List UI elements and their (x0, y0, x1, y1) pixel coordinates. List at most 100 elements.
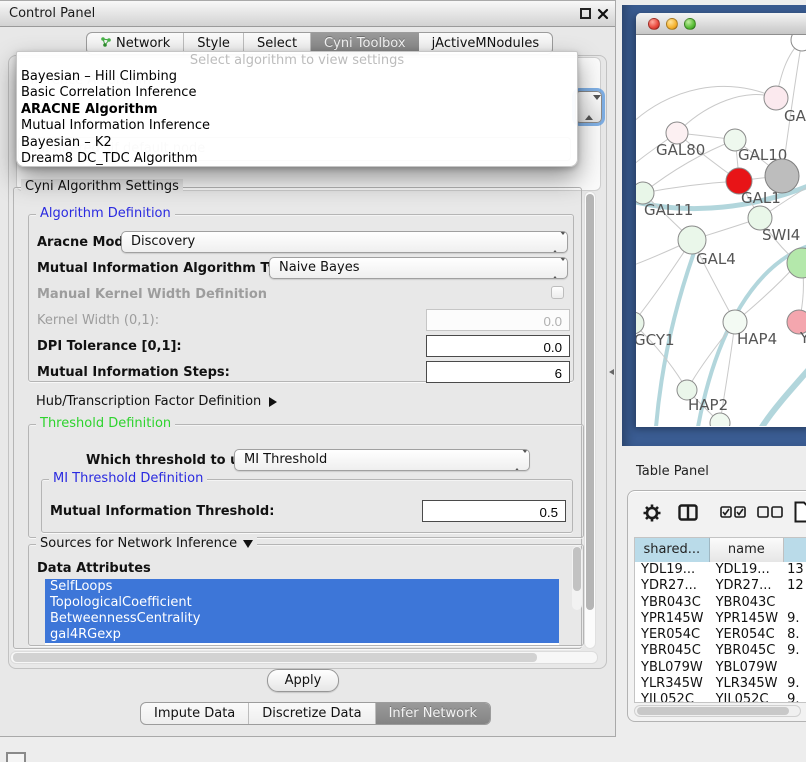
node-label: GAL (784, 107, 806, 125)
table-cell: 9. (784, 676, 806, 692)
close-icon[interactable] (597, 8, 609, 20)
algorithm-option[interactable]: Basic Correlation Inference (17, 85, 577, 101)
zoom-traffic-light-icon[interactable] (684, 18, 696, 30)
aracne-mode-combobox[interactable]: Discovery (121, 231, 568, 253)
table-cell: 9. (784, 611, 806, 627)
combo-stepper-icon (513, 453, 522, 467)
table-row[interactable]: YBR045CYBR045C9. (635, 643, 806, 659)
attributes-scrollbar[interactable] (572, 546, 582, 610)
table-cell: YBR045C (710, 643, 785, 659)
aracne-mode-value: Discovery (131, 234, 195, 249)
corner-widget-fragment (6, 752, 26, 762)
checked-pair-icon[interactable] (720, 506, 746, 522)
table-cell: YPR145W (635, 611, 710, 627)
combo-stepper-icon (551, 235, 560, 249)
data-attributes-list[interactable]: SelfLoopsTopologicalCoefficientBetweenne… (45, 579, 559, 645)
table-cell: YIL052C (635, 692, 710, 703)
network-edge (677, 95, 776, 133)
table-row[interactable]: YBR043CYBR043C (635, 595, 806, 611)
table-cell: YER054C (710, 627, 785, 643)
unchecked-pair-icon[interactable] (757, 506, 783, 522)
data-attribute-item-selected[interactable]: BetweennessCentrality (45, 611, 559, 627)
minimize-traffic-light-icon[interactable] (666, 18, 678, 30)
data-attribute-item-selected[interactable]: gal4RGexp (45, 627, 559, 643)
settings-vertical-scrollbar[interactable] (584, 191, 596, 649)
network-edge (636, 86, 776, 127)
table-row[interactable]: YIL052CYIL052C9. (635, 692, 806, 703)
network-graph: GALGAL80GAL10GAL1GAL11SWI4GAL4GCY1HAP4YH… (636, 35, 806, 426)
table-row[interactable]: YDR27...YDR27...12 (635, 578, 806, 594)
table-cell: 9. (784, 643, 806, 659)
document-icon[interactable] (794, 501, 806, 527)
column-header-shared-name[interactable]: shared... (635, 538, 710, 562)
data-attribute-item-selected[interactable]: SelfLoops (45, 579, 559, 595)
threshold-definition-title: Threshold Definition (36, 416, 175, 431)
columns-icon[interactable] (678, 504, 698, 525)
combo-stepper-icon (551, 261, 560, 275)
column-header-cut[interactable] (784, 538, 806, 562)
mi-steps-label: Mutual Information Steps: (37, 365, 230, 380)
tab-discretize-data[interactable]: Discretize Data (249, 703, 375, 724)
algorithm-option[interactable]: Bayesian – Hill Climbing (17, 69, 577, 85)
table-panel: shared... name YDL19...YDL19...13YDR27..… (627, 490, 806, 722)
node-table[interactable]: shared... name YDL19...YDL19...13YDR27..… (634, 537, 806, 703)
dropdown-placeholder: Select algorithm to view settings (17, 53, 577, 69)
mi-algorithm-type-combobox[interactable]: Naive Bayes (269, 257, 568, 279)
node-label: HAP4 (737, 330, 777, 348)
algorithm-option[interactable]: Mutual Information Inference (17, 118, 577, 134)
network-canvas[interactable]: GALGAL80GAL10GAL1GAL11SWI4GAL4GCY1HAP4YH… (636, 35, 806, 426)
data-attribute-item-selected[interactable]: TopologicalCoefficient (45, 595, 559, 611)
manual-kernel-checkbox[interactable] (551, 286, 564, 299)
hub-definition-expander[interactable]: Hub/Transcription Factor Definition (36, 394, 277, 409)
node-label: GAL11 (644, 201, 693, 219)
mi-threshold-field[interactable] (422, 500, 566, 522)
algorithm-combobox-fragment[interactable] (575, 91, 602, 123)
kernel-width-field[interactable] (426, 309, 570, 331)
app-root: Control Panel Network Style Select Cyni … (0, 0, 806, 762)
algorithm-option[interactable]: Dream8 DC_TDC Algorithm (17, 151, 577, 167)
close-traffic-light-icon[interactable] (648, 18, 660, 30)
table-row[interactable]: YBL079WYBL079W (635, 660, 806, 676)
settings-horizontal-scrollbar[interactable] (10, 651, 598, 664)
gear-icon[interactable] (642, 503, 662, 527)
network-node-edge-node[interactable] (791, 35, 806, 51)
dpi-tolerance-field[interactable] (426, 335, 570, 357)
expander-collapsed-icon (269, 397, 277, 407)
control-panel-window: Control Panel Network Style Select Cyni … (0, 0, 616, 737)
network-node-bottom[interactable] (710, 413, 730, 426)
algorithm-option[interactable]: Bayesian – K2 (17, 135, 577, 151)
table-cell: YBR043C (635, 595, 710, 611)
mi-threshold-definition-group: MI Threshold Definition Mutual Informati… (41, 479, 573, 533)
table-row[interactable]: YDL19...YDL19...13 (635, 562, 806, 578)
table-cell: 9. (784, 692, 806, 703)
manual-kernel-label: Manual Kernel Width Definition (37, 287, 267, 302)
table-row[interactable]: YLR345WYLR345W9. (635, 676, 806, 692)
float-window-icon[interactable] (580, 8, 591, 19)
settings-group-title: Cyni Algorithm Settings (21, 179, 183, 194)
table-cell: YDR27... (710, 578, 785, 594)
node-label: GAL80 (656, 141, 705, 159)
table-cell: YER054C (635, 627, 710, 643)
which-threshold-combobox[interactable]: MI Threshold (234, 449, 530, 471)
table-row[interactable]: YER054CYER054C8. (635, 627, 806, 643)
network-desktop: GALGAL80GAL10GAL1GAL11SWI4GAL4GCY1HAP4YH… (622, 5, 806, 446)
tab-impute-data[interactable]: Impute Data (141, 703, 249, 724)
split-pane-handle[interactable] (609, 367, 615, 377)
tab-infer-network[interactable]: Infer Network (376, 703, 490, 724)
table-panel-title: Table Panel (636, 464, 709, 479)
mi-type-value: Naive Bayes (279, 260, 359, 275)
mi-steps-field[interactable] (426, 361, 570, 383)
apply-button[interactable]: Apply (267, 669, 339, 692)
sources-group: Sources for Network Inference Data Attri… (28, 544, 584, 646)
table-toolbar (628, 491, 806, 535)
table-horizontal-scrollbar[interactable] (634, 705, 801, 717)
control-panel-title: Control Panel (9, 6, 95, 21)
network-node-gray-node[interactable] (765, 159, 799, 193)
algorithm-option[interactable]: ARACNE Algorithm (17, 102, 577, 118)
column-header-name[interactable]: name (710, 538, 785, 562)
table-row[interactable]: YPR145WYPR145W9. (635, 611, 806, 627)
expander-expanded-icon[interactable] (243, 540, 253, 548)
cyni-bottom-tabs: Impute Data Discretize Data Infer Networ… (140, 702, 491, 725)
table-cell: YDL19... (635, 562, 710, 578)
table-header-row: shared... name (635, 538, 806, 562)
